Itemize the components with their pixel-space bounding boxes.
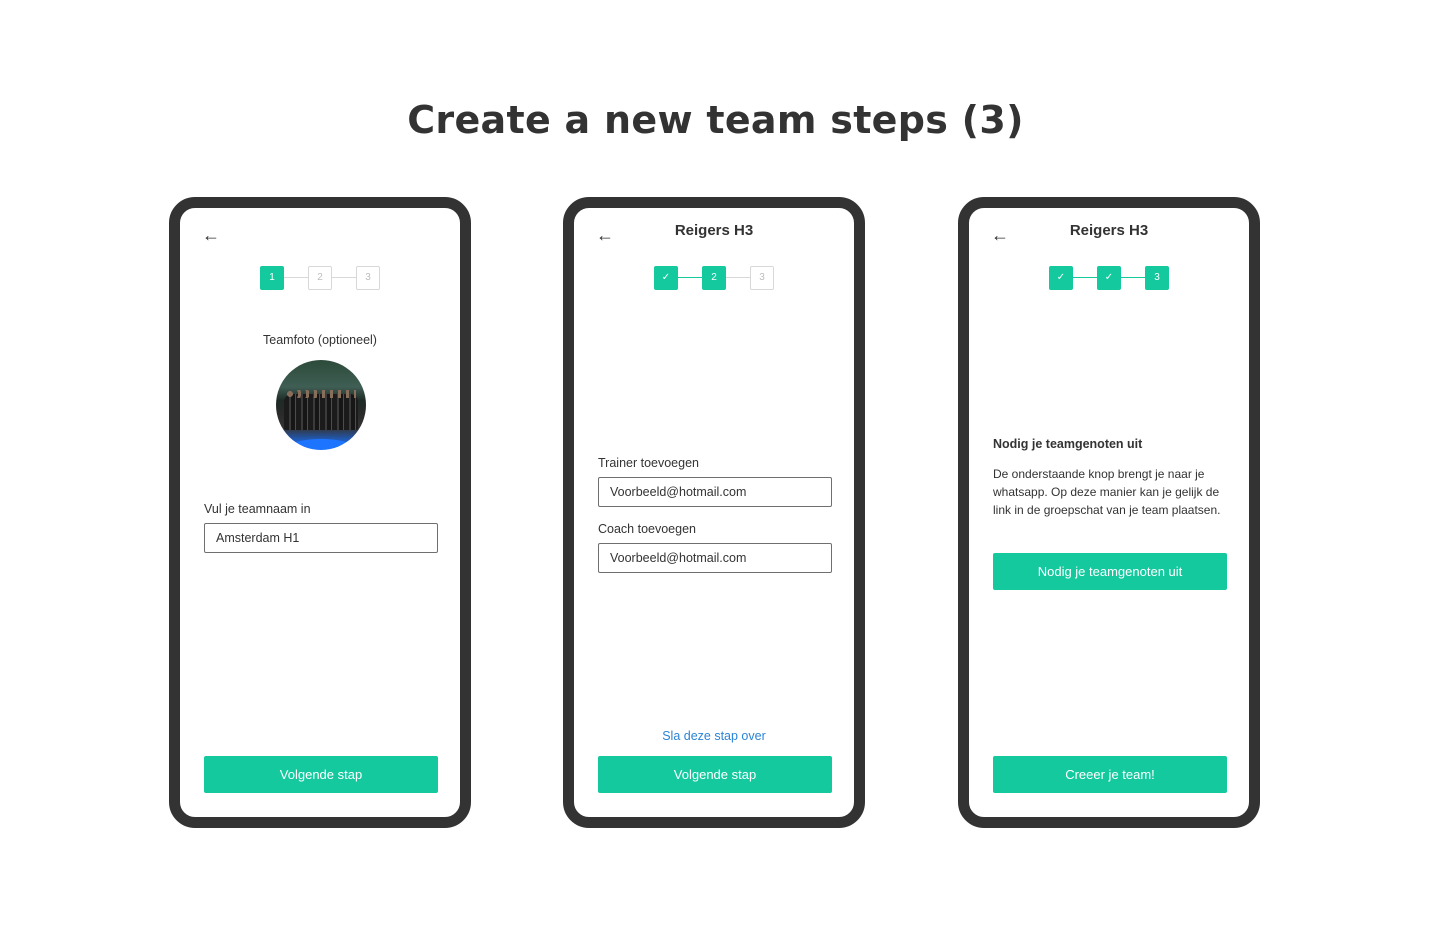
step-3-pending: 3 [750, 266, 774, 290]
step-connector [1073, 277, 1097, 278]
step-connector [1121, 277, 1145, 278]
step-indicator: 1 2 3 [260, 266, 380, 290]
trainer-email-input[interactable]: Voorbeeld@hotmail.com [598, 477, 832, 507]
team-name-input[interactable]: Amsterdam H1 [204, 523, 438, 553]
next-step-button[interactable]: Volgende stap [598, 756, 832, 793]
step-indicator: ✓ 2 3 [654, 266, 774, 290]
page-title: Create a new team steps (3) [407, 98, 1024, 142]
step-2-pending: 2 [308, 266, 332, 290]
back-arrow-icon[interactable]: ← [202, 226, 222, 244]
team-photo-label: Teamfoto (optioneel) [263, 333, 377, 347]
step-connector [284, 277, 308, 278]
step-3-active: 3 [1145, 266, 1169, 290]
screen-title: Reigers H3 [674, 222, 754, 239]
step-connector [332, 277, 356, 278]
phone-screen-step-3: ← Reigers H3 ✓ ✓ 3 Nodig je teamgenoten … [958, 197, 1260, 828]
phone-screen-step-1: ← 1 2 3 Teamfoto (optioneel) Vul je team… [169, 197, 471, 828]
step-1-check-icon: ✓ [654, 266, 678, 290]
create-team-button[interactable]: Creeer je team! [993, 756, 1227, 793]
step-2-active: 2 [702, 266, 726, 290]
step-1-check-icon: ✓ [1049, 266, 1073, 290]
team-photo-avatar[interactable] [276, 360, 366, 450]
team-photo-image [284, 394, 358, 430]
skip-step-link[interactable]: Sla deze stap over [574, 729, 854, 743]
phone-screen-step-2: ← Reigers H3 ✓ 2 3 Trainer toevoegen Voo… [563, 197, 865, 828]
step-connector [678, 277, 702, 278]
invite-description: De onderstaande knop brengt je naar je w… [993, 467, 1221, 517]
step-1-active: 1 [260, 266, 284, 290]
step-3-pending: 3 [356, 266, 380, 290]
invite-heading: Nodig je teamgenoten uit [993, 437, 1143, 451]
screen-title: Reigers H3 [1069, 222, 1149, 239]
team-name-label: Vul je teamnaam in [204, 502, 311, 516]
team-photo-heads [286, 390, 356, 398]
invite-teammates-button[interactable]: Nodig je teamgenoten uit [993, 553, 1227, 590]
step-2-check-icon: ✓ [1097, 266, 1121, 290]
trainer-label: Trainer toevoegen [598, 456, 699, 470]
step-indicator: ✓ ✓ 3 [1049, 266, 1169, 290]
step-connector [726, 277, 750, 278]
next-step-button[interactable]: Volgende stap [204, 756, 438, 793]
coach-email-input[interactable]: Voorbeeld@hotmail.com [598, 543, 832, 573]
coach-label: Coach toevoegen [598, 522, 696, 536]
